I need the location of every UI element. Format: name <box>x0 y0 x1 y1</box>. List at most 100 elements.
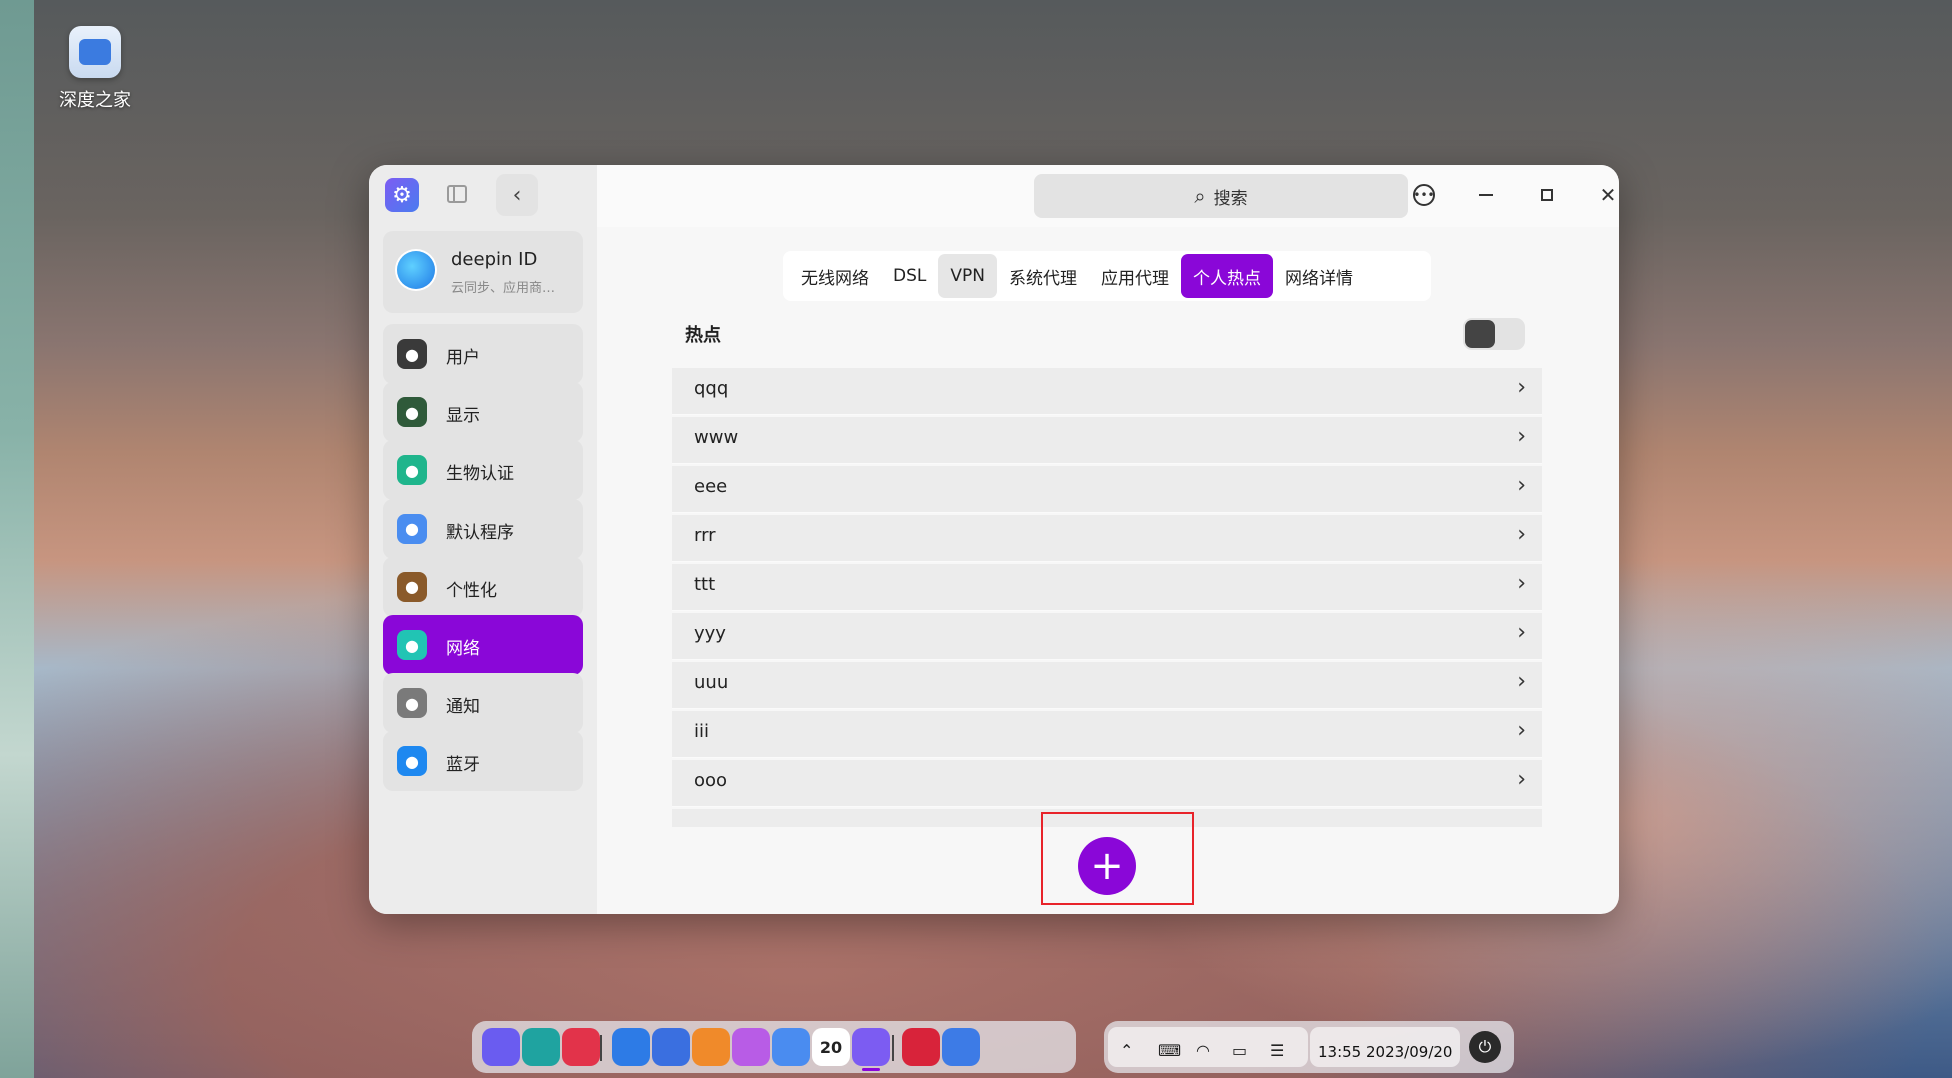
app-store-icon[interactable] <box>562 1028 600 1066</box>
hotspot-name: qqq <box>694 378 729 399</box>
control-center-window: ⚙ ‹ deepin ID 云同步、应用商… ● 用户 ● 显示 ● 生物认证 ● 默认程序 ●… <box>369 165 1619 914</box>
chevron-right-icon: › <box>1517 375 1526 400</box>
file-manager-icon[interactable] <box>522 1028 560 1066</box>
hotspot-row[interactable]: iii › <box>672 711 1542 758</box>
power-button[interactable]: ⏻ <box>1469 1031 1501 1063</box>
sidebar-item-label: 生物认证 <box>446 464 514 485</box>
chevron-right-icon: › <box>1517 718 1526 743</box>
wallpaper-strip <box>0 0 34 1078</box>
hotspot-row[interactable]: yyy › <box>672 613 1542 660</box>
desktop-icon-label: 深度之家 <box>59 90 131 111</box>
chevron-left-icon: ‹ <box>512 182 522 208</box>
hotspot-row[interactable]: qqq › <box>672 368 1542 415</box>
tab-3[interactable]: VPN <box>938 254 997 298</box>
account-name: deepin ID <box>451 249 538 270</box>
hotspot-row[interactable]: ttt › <box>672 564 1542 611</box>
hotspot-name: yyy <box>694 623 726 644</box>
close-button[interactable]: ✕ <box>1592 179 1619 211</box>
chevron-right-icon: › <box>1517 473 1526 498</box>
downloader-icon[interactable] <box>942 1028 980 1066</box>
calendar-icon[interactable]: 20 <box>812 1028 850 1066</box>
browser-icon[interactable] <box>652 1028 690 1066</box>
hotspot-row[interactable]: eee › <box>672 466 1542 513</box>
sidebar-item-label: 显示 <box>446 406 480 427</box>
draw-icon[interactable] <box>692 1028 730 1066</box>
sidebar-item-1[interactable]: ● 用户 <box>383 324 583 384</box>
music-icon[interactable] <box>772 1028 810 1066</box>
search-icon: ⌕ <box>1194 184 1206 208</box>
control-center-logo-icon: ⚙ <box>385 178 419 212</box>
close-icon: ✕ <box>1599 183 1617 207</box>
battery-icon[interactable]: ▭ <box>1232 1041 1247 1060</box>
clock-date: 2023/09/20 <box>1366 1043 1453 1061</box>
power-icon: ⏻ <box>1478 1037 1492 1056</box>
hotspot-list: qqq › www › eee › rrr › ttt › yyy › uuu › iii › ooo › <box>672 368 1542 827</box>
sidebar-item-label: 默认程序 <box>446 522 514 543</box>
chevron-right-icon: › <box>1517 620 1526 645</box>
user-icon: ● <box>397 339 427 369</box>
tab-1[interactable]: 无线网络 <box>789 254 881 298</box>
sidebar-item-label: 网络 <box>446 639 480 659</box>
minimize-icon <box>1479 194 1493 196</box>
personalization-icon: ● <box>397 571 427 602</box>
bluetooth-icon: ● <box>397 746 427 777</box>
sidebar-item-4[interactable]: ● 默认程序 <box>383 498 583 559</box>
chevron-right-icon: › <box>1517 424 1526 449</box>
tab-4[interactable]: 系统代理 <box>997 254 1089 298</box>
more-icon: ••• <box>1413 184 1435 206</box>
highlight-box <box>1041 812 1194 905</box>
text-editor-icon[interactable] <box>612 1028 650 1066</box>
search-input[interactable]: ⌕ 搜索 <box>1034 174 1408 218</box>
sidebar-item-3[interactable]: ● 生物认证 <box>383 440 583 501</box>
hotspot-row[interactable]: ooo › <box>672 760 1542 807</box>
tab-2[interactable]: DSL <box>881 254 938 298</box>
launcher-icon[interactable] <box>482 1028 520 1066</box>
hotspot-name: www <box>694 427 739 448</box>
hotspot-toggle[interactable] <box>1463 318 1525 350</box>
bell-icon: ● <box>397 688 427 719</box>
tab-7[interactable]: 网络详情 <box>1273 254 1365 298</box>
photos-icon[interactable] <box>732 1028 770 1066</box>
chevron-right-icon: › <box>1517 669 1526 694</box>
dock: 20 <box>472 1021 1076 1073</box>
hotspot-name: iii <box>694 721 710 742</box>
sidebar-item-2[interactable]: ● 显示 <box>383 382 583 443</box>
network-icon: ● <box>397 630 427 660</box>
minimize-button[interactable] <box>1470 179 1502 211</box>
hotspot-name: rrr <box>694 525 716 546</box>
clock-time: 13:55 <box>1318 1043 1362 1061</box>
tab-6[interactable]: 个人热点 <box>1180 254 1273 298</box>
sidebar-item-5[interactable]: ● 个性化 <box>383 556 583 617</box>
sidebar-item-6[interactable]: ● 网络 <box>383 615 583 675</box>
system-tray: ⌃ ⌨ ◠ ▭ ☰ 13:55 2023/09/20 ⏻ <box>1104 1021 1514 1073</box>
dock-separator <box>892 1035 894 1061</box>
maximize-button[interactable] <box>1531 179 1563 211</box>
display-icon: ● <box>397 397 427 428</box>
keyboard-icon[interactable]: ⌨ <box>1158 1041 1181 1060</box>
hotspot-row[interactable]: www › <box>672 417 1542 464</box>
terminal-icon[interactable] <box>902 1028 940 1066</box>
wifi-icon[interactable]: ◠ <box>1196 1041 1210 1060</box>
sidebar-toggle-icon[interactable] <box>447 185 467 203</box>
back-button[interactable]: ‹ <box>496 174 538 216</box>
hotspot-name: uuu <box>694 672 729 693</box>
desktop-icon-deepin-home[interactable]: 深度之家 <box>50 26 140 112</box>
sidebar-item-label: 蓝牙 <box>446 755 480 776</box>
fingerprint-icon: ● <box>397 455 427 486</box>
hotspot-title: 热点 <box>685 325 721 346</box>
deepin-id-card[interactable]: deepin ID 云同步、应用商… <box>383 231 583 313</box>
chevron-up-icon[interactable]: ⌃ <box>1120 1041 1133 1060</box>
tray-icons-group: ⌃ ⌨ ◠ ▭ ☰ <box>1108 1027 1308 1067</box>
sidebar-item-8[interactable]: ● 蓝牙 <box>383 731 583 792</box>
hotspot-row[interactable]: uuu › <box>672 662 1542 709</box>
toggle-knob <box>1465 320 1495 348</box>
control-toggle-icon[interactable]: ☰ <box>1270 1041 1284 1060</box>
hotspot-name: eee <box>694 476 728 497</box>
control-center-icon[interactable] <box>852 1028 890 1066</box>
chevron-right-icon: › <box>1517 522 1526 547</box>
tab-5[interactable]: 应用代理 <box>1089 254 1181 298</box>
hotspot-row[interactable]: rrr › <box>672 515 1542 562</box>
sidebar-item-7[interactable]: ● 通知 <box>383 673 583 734</box>
more-button[interactable]: ••• <box>1408 179 1440 211</box>
clock-group[interactable]: 13:55 2023/09/20 <box>1310 1027 1460 1067</box>
